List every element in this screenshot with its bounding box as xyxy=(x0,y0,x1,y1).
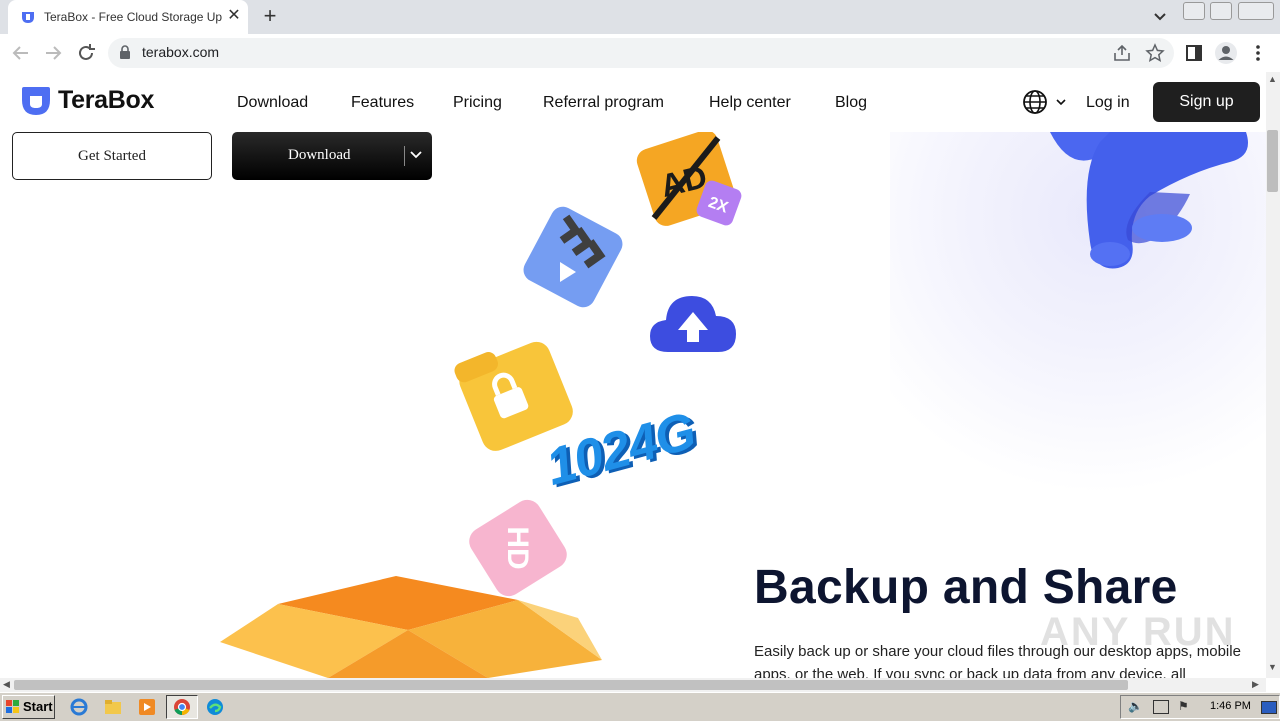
nav-referral-program[interactable]: Referral program xyxy=(543,94,664,112)
vertical-scroll-thumb[interactable] xyxy=(1267,130,1278,192)
clock[interactable]: 1:46 PM xyxy=(1210,700,1251,712)
chrome-taskbar-button[interactable] xyxy=(166,695,198,719)
tab-title: TeraBox - Free Cloud Storage Up To xyxy=(44,10,222,24)
start-label: Start xyxy=(23,699,53,714)
new-tab-icon[interactable]: + xyxy=(258,5,282,29)
internet-explorer-icon[interactable] xyxy=(70,698,88,716)
hero-character-illustration xyxy=(1050,132,1248,269)
media-player-icon[interactable] xyxy=(138,698,156,716)
scroll-up-icon[interactable]: ▲ xyxy=(1268,74,1277,84)
terabox-logo-icon[interactable] xyxy=(20,86,52,116)
horizontal-scroll-thumb[interactable] xyxy=(14,680,1128,690)
get-started-button[interactable]: Get Started xyxy=(12,132,212,180)
nav-download[interactable]: Download xyxy=(237,94,308,112)
file-explorer-icon[interactable] xyxy=(104,698,122,716)
cloud-upload-icon xyxy=(650,296,736,352)
system-tray xyxy=(1120,695,1280,719)
svg-text:HD: HD xyxy=(501,526,534,569)
lock-icon[interactable] xyxy=(119,45,131,59)
chrome-icon xyxy=(174,699,190,716)
reload-icon[interactable] xyxy=(75,42,97,64)
network-icon[interactable] xyxy=(1153,700,1169,714)
button-divider xyxy=(404,146,405,166)
language-selector[interactable] xyxy=(1022,89,1070,115)
edge-icon[interactable] xyxy=(206,698,224,716)
nav-help-center[interactable]: Help center xyxy=(709,94,791,112)
close-tab-icon[interactable]: ✕ xyxy=(224,6,244,26)
scroll-right-icon[interactable]: ▶ xyxy=(1252,679,1259,690)
address-bar[interactable] xyxy=(108,38,1174,68)
volume-icon[interactable]: 🔈 xyxy=(1128,699,1143,713)
open-box-illustration xyxy=(220,576,602,678)
hero-title: Backup and Share xyxy=(754,561,1178,614)
logo-text[interactable]: TeraBox xyxy=(58,86,154,115)
globe-icon xyxy=(1023,90,1047,114)
start-button[interactable]: Start xyxy=(2,695,55,719)
download-button[interactable]: Download xyxy=(232,132,432,180)
close-window-icon[interactable] xyxy=(1238,2,1274,20)
bookmark-star-icon[interactable] xyxy=(1145,43,1165,63)
nav-blog[interactable]: Blog xyxy=(835,94,867,112)
share-icon[interactable] xyxy=(1112,44,1132,62)
download-button-label: Download xyxy=(288,147,351,163)
windows-logo-icon xyxy=(6,700,19,713)
back-icon[interactable] xyxy=(10,42,32,64)
forward-icon[interactable] xyxy=(42,42,64,64)
url-text[interactable]: terabox.com xyxy=(142,44,219,60)
nav-pricing[interactable]: Pricing xyxy=(453,94,502,112)
login-link[interactable]: Log in xyxy=(1086,94,1130,112)
nav-features[interactable]: Features xyxy=(351,94,414,112)
profile-icon[interactable] xyxy=(1214,41,1238,65)
signup-button[interactable]: Sign up xyxy=(1153,82,1260,122)
restore-icon[interactable] xyxy=(1210,2,1232,20)
chevron-down-icon xyxy=(1056,99,1066,106)
side-panel-icon[interactable] xyxy=(1185,44,1203,62)
scroll-left-icon[interactable]: ◀ xyxy=(3,679,10,690)
browser-tab[interactable]: TeraBox - Free Cloud Storage Up To ✕ xyxy=(8,0,248,34)
video-file-icon xyxy=(523,206,623,308)
terabox-favicon-icon xyxy=(22,12,34,23)
no-ads-folder-icon: AD 2X xyxy=(636,132,742,226)
minimize-icon[interactable] xyxy=(1183,2,1205,20)
more-menu-icon[interactable] xyxy=(1250,43,1266,63)
scroll-down-icon[interactable]: ▼ xyxy=(1268,662,1277,672)
chevron-down-icon[interactable] xyxy=(1150,8,1170,26)
flag-icon[interactable]: ⚑ xyxy=(1178,699,1189,713)
anyrun-watermark: ANY RUN xyxy=(1040,610,1236,654)
show-desktop-icon[interactable] xyxy=(1261,701,1277,714)
chevron-down-icon[interactable] xyxy=(410,150,422,160)
